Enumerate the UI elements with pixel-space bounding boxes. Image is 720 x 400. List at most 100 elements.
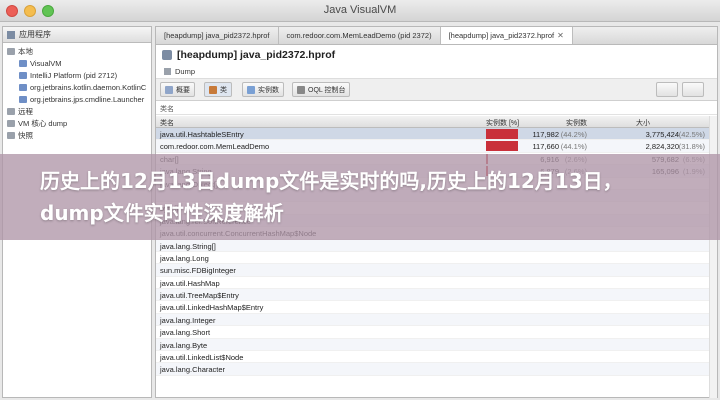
class-name-cell: java.lang.Integer — [160, 315, 216, 325]
view-toggle-2[interactable] — [682, 82, 704, 97]
dump-subtab[interactable]: Dump — [156, 65, 717, 79]
tree-item-label: org.jetbrains.jps.cmdline.Launcher — [30, 94, 145, 104]
oql-icon — [297, 85, 305, 94]
table-row[interactable]: java.util.HashtableSEntry 117,982 (44.2%) 3… — [156, 128, 717, 141]
column-header-name[interactable]: 类名 — [160, 118, 174, 128]
application-tree: 本地 VisualVM IntelliJ Platform (pid 2712)… — [3, 43, 151, 143]
class-filter-label: 类名 — [160, 106, 174, 113]
window-title: Java VisualVM — [323, 4, 397, 16]
instances-button-label: 实例数 — [258, 86, 279, 94]
tree-item-label: 本地 — [18, 46, 33, 56]
table-row[interactable]: java.util.LinkedList$Node — [156, 351, 717, 364]
table-row[interactable]: java.lang.Integer — [156, 313, 717, 327]
applications-tab-label: 应用程序 — [19, 30, 51, 39]
classes-icon — [209, 85, 217, 94]
tree-item-label: 快照 — [18, 130, 33, 140]
column-header-instances-pct[interactable]: 实例数 [%] — [486, 118, 519, 128]
tree-item-label: IntelliJ Platform (pid 2712) — [30, 70, 118, 80]
tree-item-label: org.jetbrains.kotlin.daemon.KotlinC — [30, 82, 147, 92]
class-name-cell: java.lang.Character — [160, 365, 226, 375]
class-name-cell: java.lang.String[] — [160, 241, 216, 251]
instances-cell: 117,660 — [532, 142, 559, 152]
tab-heapdump[interactable]: [heapdump] java_pid2372.hprof — [156, 27, 279, 44]
title-bar: Java VisualVM — [0, 0, 720, 22]
class-name-cell: java.util.HashtableSEntry — [160, 130, 244, 139]
tab-label: [heapdump] java_pid2372.hprof — [164, 31, 270, 40]
table-row[interactable]: java.lang.Byte — [156, 338, 717, 352]
tab-memleaddemo[interactable]: com.redoor.com.MemLeadDemo (pid 2372) — [279, 27, 441, 44]
size-pct-cell: (42.5%) — [678, 130, 705, 139]
class-name-cell: java.util.TreeMap$Entry — [160, 291, 239, 301]
oql-button-label: OQL 控制台 — [308, 86, 346, 94]
instances-icon — [247, 85, 255, 94]
tree-item-core-dump[interactable]: VM 核心 dump — [3, 117, 151, 129]
class-name-cell: java.util.LinkedHashMap$Entry — [160, 303, 264, 313]
table-row[interactable]: java.util.HashMap — [156, 277, 717, 290]
snapshot-icon — [7, 131, 15, 139]
classes-button-label: 类 — [220, 86, 227, 94]
instances-pct-cell: (44.1%) — [560, 142, 587, 152]
class-filter-row: 类名 — [156, 101, 717, 115]
dump-subtab-label: Dump — [175, 67, 196, 76]
view-toolbar: 概要 类 实例数 OQL 控制台 — [156, 79, 717, 101]
tree-item-remote[interactable]: 远程 — [3, 105, 151, 117]
table-row[interactable]: java.lang.Short — [156, 326, 717, 339]
tree-item-snapshots[interactable]: 快照 — [3, 129, 151, 141]
tree-item-jps-launcher[interactable]: org.jetbrains.jps.cmdline.Launcher — [3, 93, 151, 105]
view-toggle-1[interactable] — [656, 82, 678, 97]
summary-icon — [165, 85, 173, 94]
page-title-text: [heapdump] java_pid2372.hprof — [177, 49, 336, 61]
class-name-cell: java.lang.Byte — [160, 340, 208, 350]
column-header-size[interactable]: 大小 — [636, 118, 650, 128]
tree-item-visualvm[interactable]: VisualVM — [3, 57, 151, 69]
dump-icon — [7, 119, 15, 127]
title-overlay-banner: 历史上的12月13日dump文件是实时的吗,历史上的12月13日，dump文件实… — [0, 154, 720, 240]
table-row[interactable]: com.redoor.com.MemLeadDemo 117,660 (44.1%)… — [156, 140, 717, 153]
app-icon — [19, 71, 27, 79]
applications-tab[interactable]: 应用程序 — [3, 27, 151, 43]
summary-button[interactable]: 概要 — [160, 82, 195, 97]
document-tabs: [heapdump] java_pid2372.hprof com.redoor… — [156, 27, 717, 45]
class-name-cell: java.lang.Short — [160, 328, 211, 338]
dump-icon — [164, 68, 171, 75]
class-name-cell: java.lang.Long — [160, 253, 209, 263]
tree-item-label: VM 核心 dump — [18, 118, 68, 128]
size-cell: 3,775,424 — [645, 130, 679, 139]
app-icon — [19, 95, 27, 103]
close-tab-icon[interactable]: ✕ — [557, 31, 564, 40]
computer-icon — [7, 47, 15, 55]
table-row[interactable]: java.lang.Long — [156, 252, 717, 265]
app-icon — [19, 59, 27, 67]
overlay-title: 历史上的12月13日dump文件是实时的吗,历史上的12月13日，dump文件实… — [40, 169, 623, 225]
table-row[interactable]: java.lang.Character — [156, 363, 717, 376]
remote-icon — [7, 107, 15, 115]
tree-item-local[interactable]: 本地 — [3, 45, 151, 57]
oql-console-button[interactable]: OQL 控制台 — [292, 82, 351, 97]
applications-icon — [7, 30, 15, 39]
tree-item-label: 远程 — [18, 106, 33, 116]
summary-button-label: 概要 — [176, 86, 190, 94]
tree-item-intellij[interactable]: IntelliJ Platform (pid 2712) — [3, 69, 151, 81]
size-pct-cell: (31.8%) — [678, 142, 705, 152]
tab-label: [heapdump] java_pid2372.hprof — [448, 31, 555, 40]
column-header-instances[interactable]: 实例数 — [566, 118, 587, 128]
tree-item-kotlin-daemon[interactable]: org.jetbrains.kotlin.daemon.KotlinC — [3, 81, 151, 93]
class-name-cell: sun.misc.FDBigInteger — [160, 266, 236, 276]
classes-button[interactable]: 类 — [204, 82, 232, 97]
page-title: [heapdump] java_pid2372.hprof — [156, 45, 717, 65]
table-row[interactable]: sun.misc.FDBigInteger — [156, 264, 717, 277]
instances-pct-cell: (44.2%) — [560, 130, 587, 139]
table-row[interactable]: java.util.LinkedHashMap$Entry — [156, 301, 717, 314]
size-cell: 2,824,320 — [645, 142, 679, 152]
app-icon — [19, 83, 27, 91]
table-row[interactable]: java.util.TreeMap$Entry — [156, 289, 717, 302]
tab-heapdump-active[interactable]: [heapdump] java_pid2372.hprof ✕ — [440, 27, 573, 44]
instances-cell: 117,982 — [532, 130, 559, 139]
instances-pct-bar — [486, 141, 518, 152]
instances-pct-bar — [486, 129, 518, 139]
table-header: 类名 实例数 [%] 实例数 大小 — [156, 116, 717, 128]
table-row[interactable]: java.lang.String[] — [156, 239, 717, 252]
tab-label: com.redoor.com.MemLeadDemo (pid 2372) — [286, 31, 432, 40]
instances-button[interactable]: 实例数 — [242, 82, 284, 97]
tree-item-label: VisualVM — [30, 58, 62, 68]
